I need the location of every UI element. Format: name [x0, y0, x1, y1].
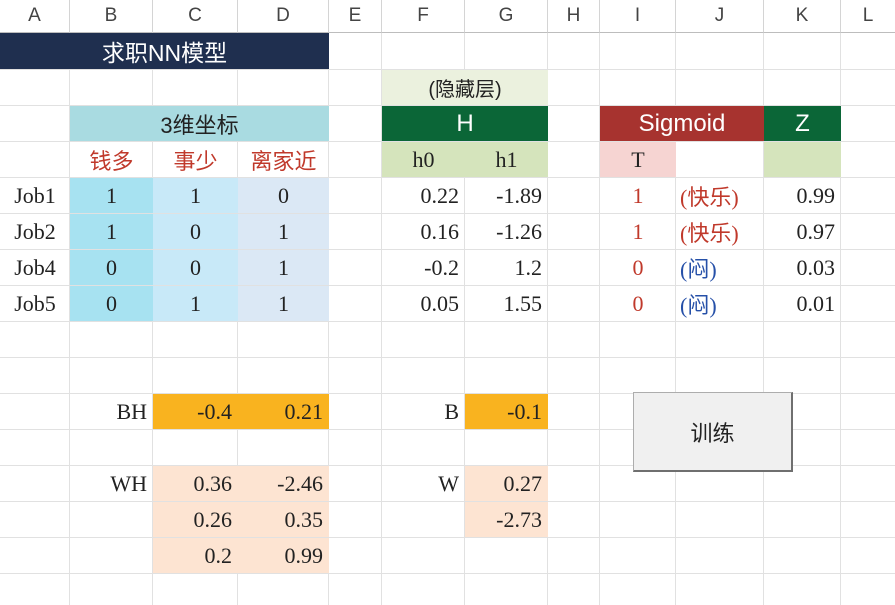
input-value-cell[interactable]: 0: [238, 178, 329, 213]
column-header-f[interactable]: F: [382, 0, 465, 33]
gridline: [0, 501, 895, 502]
hidden-value-cell[interactable]: 1.2: [465, 250, 548, 285]
hidden-sub-header-cell[interactable]: h1: [465, 142, 548, 177]
bh-label-cell[interactable]: BH: [70, 394, 153, 429]
z-value-cell[interactable]: 0.97: [764, 214, 841, 249]
wh-value-cell[interactable]: 0.26: [153, 502, 238, 537]
target-value-cell[interactable]: 1: [600, 214, 676, 249]
w-label-cell[interactable]: W: [382, 466, 465, 501]
column-header-h[interactable]: H: [548, 0, 600, 33]
input-value-cell[interactable]: 1: [238, 214, 329, 249]
bh-value-cell[interactable]: -0.4: [153, 394, 238, 429]
z-header-cell[interactable]: Z: [764, 106, 841, 141]
mood-cell[interactable]: (闷): [676, 286, 764, 321]
hidden-value-cell[interactable]: -1.89: [465, 178, 548, 213]
column-header-a[interactable]: A: [0, 0, 70, 33]
spreadsheet-grid[interactable]: A B C D E F G H I J K L 求职NN模型 (隐藏层) 3维坐…: [0, 0, 895, 605]
hidden-header-cell[interactable]: H: [382, 106, 548, 141]
wh-value-cell[interactable]: 0.2: [153, 538, 238, 573]
feature-header-cell[interactable]: 离家近: [238, 142, 329, 177]
mood-cell[interactable]: (快乐): [676, 178, 764, 213]
column-header-b[interactable]: B: [70, 0, 153, 33]
z-value-cell[interactable]: 0.01: [764, 286, 841, 321]
b-label-cell[interactable]: B: [382, 394, 465, 429]
input-value-cell[interactable]: 0: [70, 286, 153, 321]
column-header-i[interactable]: I: [600, 0, 676, 33]
gridline: [0, 537, 895, 538]
gridline: [0, 357, 895, 358]
job-label-cell[interactable]: Job5: [0, 286, 70, 321]
column-header-g[interactable]: G: [465, 0, 548, 33]
sigmoid-header-cell[interactable]: Sigmoid: [600, 106, 764, 141]
mood-cell[interactable]: (闷): [676, 250, 764, 285]
hidden-value-cell[interactable]: 0.05: [382, 286, 465, 321]
hidden-layer-label-cell[interactable]: (隐藏层): [382, 70, 548, 105]
job-label-cell[interactable]: Job4: [0, 250, 70, 285]
hidden-value-cell[interactable]: -1.26: [465, 214, 548, 249]
input-header-cell[interactable]: 3维坐标: [70, 106, 329, 141]
input-value-cell[interactable]: 0: [153, 214, 238, 249]
job-label-cell[interactable]: Job1: [0, 178, 70, 213]
column-header-c[interactable]: C: [153, 0, 238, 33]
column-header-d[interactable]: D: [238, 0, 329, 33]
hidden-sub-header-cell[interactable]: h0: [382, 142, 465, 177]
hidden-value-cell[interactable]: 0.22: [382, 178, 465, 213]
mood-cell[interactable]: (快乐): [676, 214, 764, 249]
wh-value-cell[interactable]: 0.99: [238, 538, 329, 573]
feature-header-cell[interactable]: 事少: [153, 142, 238, 177]
input-value-cell[interactable]: 1: [153, 178, 238, 213]
hidden-value-cell[interactable]: -0.2: [382, 250, 465, 285]
gridline: [0, 573, 895, 574]
column-header-j[interactable]: J: [676, 0, 764, 33]
input-value-cell[interactable]: 1: [70, 178, 153, 213]
input-value-cell[interactable]: 0: [153, 250, 238, 285]
target-value-cell[interactable]: 1: [600, 178, 676, 213]
wh-label-cell[interactable]: WH: [70, 466, 153, 501]
model-title-cell[interactable]: 求职NN模型: [0, 33, 329, 69]
column-header-e[interactable]: E: [329, 0, 382, 33]
hidden-value-cell[interactable]: 1.55: [465, 286, 548, 321]
wh-value-cell[interactable]: 0.36: [153, 466, 238, 501]
z-value-cell[interactable]: 0.99: [764, 178, 841, 213]
hidden-value-cell[interactable]: 0.16: [382, 214, 465, 249]
z-sub-header-cell[interactable]: [764, 142, 841, 177]
train-button[interactable]: 训练: [633, 392, 793, 472]
column-header-l[interactable]: L: [841, 0, 895, 33]
job-label-cell[interactable]: Job2: [0, 214, 70, 249]
wh-value-cell[interactable]: -2.46: [238, 466, 329, 501]
w-value-cell[interactable]: -2.73: [465, 502, 548, 537]
wh-value-cell[interactable]: 0.35: [238, 502, 329, 537]
input-value-cell[interactable]: 1: [70, 214, 153, 249]
feature-header-cell[interactable]: 钱多: [70, 142, 153, 177]
b-value-cell[interactable]: -0.1: [465, 394, 548, 429]
w-value-cell[interactable]: 0.27: [465, 466, 548, 501]
input-value-cell[interactable]: 1: [238, 286, 329, 321]
input-value-cell[interactable]: 0: [70, 250, 153, 285]
input-value-cell[interactable]: 1: [153, 286, 238, 321]
input-value-cell[interactable]: 1: [238, 250, 329, 285]
target-value-cell[interactable]: 0: [600, 286, 676, 321]
target-value-cell[interactable]: 0: [600, 250, 676, 285]
gridline: [0, 321, 895, 322]
column-header-k[interactable]: K: [764, 0, 841, 33]
bh-value-cell[interactable]: 0.21: [238, 394, 329, 429]
z-value-cell[interactable]: 0.03: [764, 250, 841, 285]
target-header-cell[interactable]: T: [600, 142, 676, 177]
